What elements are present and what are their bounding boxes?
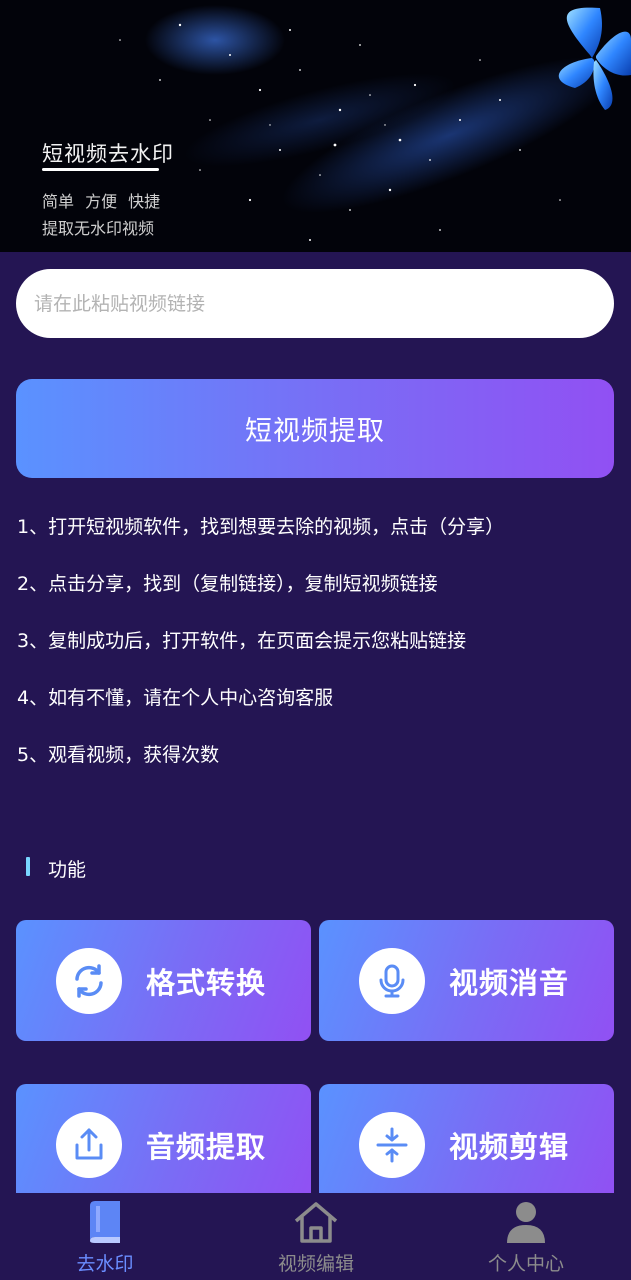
upload-icon bbox=[56, 1112, 122, 1178]
home-icon bbox=[293, 1199, 339, 1245]
audio-extract-card[interactable]: 音频提取 bbox=[16, 1084, 311, 1205]
banner-subtitle: 简单 方便 快捷 bbox=[42, 192, 161, 211]
format-convert-card[interactable]: 格式转换 bbox=[16, 920, 311, 1041]
compress-icon bbox=[359, 1112, 425, 1178]
feature-label: 格式转换 bbox=[146, 966, 267, 1000]
nav-label: 去水印 bbox=[76, 1253, 134, 1275]
extract-video-button[interactable]: 短视频提取 bbox=[16, 379, 614, 478]
nav-label: 视频编辑 bbox=[277, 1253, 354, 1275]
refresh-icon bbox=[56, 948, 122, 1014]
nav-label: 个人中心 bbox=[487, 1253, 564, 1275]
header-banner: 短视频去水印 简单 方便 快捷 提取无水印视频 bbox=[0, 0, 631, 252]
bottom-navigation: 去水印 视频编辑 个人中心 bbox=[0, 1193, 631, 1280]
instruction-step: 3、复制成功后，打开软件，在页面会提示您粘贴链接 bbox=[17, 630, 467, 652]
nav-item-profile[interactable]: 个人中心 bbox=[446, 1193, 606, 1280]
microphone-icon bbox=[359, 948, 425, 1014]
section-title-marker bbox=[26, 857, 30, 876]
nav-item-video-edit[interactable]: 视频编辑 bbox=[236, 1193, 396, 1280]
video-mute-card[interactable]: 视频消音 bbox=[319, 920, 614, 1041]
banner-title-underline bbox=[42, 168, 159, 171]
instruction-step: 2、点击分享，找到（复制链接），复制短视频链接 bbox=[17, 573, 438, 595]
video-link-input[interactable] bbox=[16, 269, 614, 338]
instruction-step: 4、如有不懂，请在个人中心咨询客服 bbox=[17, 687, 334, 709]
feature-label: 视频剪辑 bbox=[449, 1130, 570, 1164]
instruction-list: 1、打开短视频软件，找到想要去除的视频，点击（分享） 2、点击分享，找到（复制链… bbox=[17, 513, 504, 798]
instruction-step: 1、打开短视频软件，找到想要去除的视频，点击（分享） bbox=[17, 516, 505, 538]
section-title: 功能 bbox=[48, 859, 87, 881]
video-clip-card[interactable]: 视频剪辑 bbox=[319, 1084, 614, 1205]
feature-label: 视频消音 bbox=[449, 966, 570, 1000]
instruction-step: 5、观看视频，获得次数 bbox=[17, 744, 220, 766]
person-icon bbox=[505, 1199, 547, 1245]
book-icon bbox=[86, 1199, 124, 1245]
banner-subtitle-secondary: 提取无水印视频 bbox=[42, 219, 155, 238]
banner-title: 短视频去水印 bbox=[42, 142, 174, 166]
feature-label: 音频提取 bbox=[146, 1130, 267, 1164]
nav-item-watermark[interactable]: 去水印 bbox=[25, 1193, 185, 1280]
